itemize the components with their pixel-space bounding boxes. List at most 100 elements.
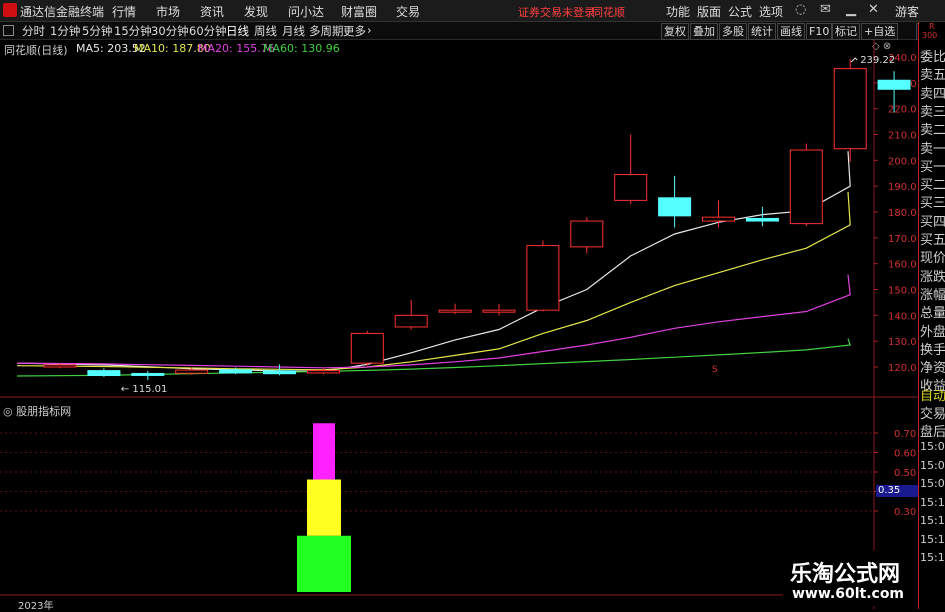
close-icon[interactable]: ✕ xyxy=(868,2,879,17)
side-label: 卖二 xyxy=(920,123,945,139)
toolbar-add-watch-button[interactable]: +自选 xyxy=(861,23,899,40)
indicator-tick-label: 0.30 xyxy=(894,507,916,518)
candle-body xyxy=(614,174,648,201)
side-lower-label[interactable]: 自动 xyxy=(920,385,945,404)
price-tick-label: 130.0 xyxy=(888,337,917,348)
menu-item-exchange[interactable]: 市场 xyxy=(156,3,180,20)
side-top-flag: R xyxy=(929,22,935,31)
period-toggle-icon[interactable] xyxy=(3,25,14,36)
period-5min[interactable]: 5分钟 xyxy=(82,23,112,39)
side-label: 委比 xyxy=(920,50,945,65)
period-monthly[interactable]: 月线 xyxy=(282,23,305,39)
candle-body xyxy=(482,309,516,313)
period-daily[interactable]: 日线 xyxy=(226,23,249,39)
side-label: 买二 xyxy=(920,178,945,194)
message-icon[interactable]: ✉ xyxy=(820,2,831,17)
side-label: 买三 xyxy=(920,196,945,212)
side-time: 15:05 xyxy=(920,440,945,453)
side-label: 卖三 xyxy=(920,104,945,120)
watermark-title: 乐淘公式网 xyxy=(790,562,901,587)
price-tick-label: 210.0 xyxy=(888,131,917,142)
candle-body xyxy=(350,332,384,364)
side-label: 买一 xyxy=(920,159,945,175)
menu-item-trade[interactable]: 交易 xyxy=(396,3,420,20)
price-tick-label: 220.0 xyxy=(888,105,917,116)
menu-item-layout[interactable]: 版面 xyxy=(697,3,721,20)
menu-bar: 通达信金融终端 行情 市场 资讯 发现 问小达 财富圈 交易 证券交易未登录 同… xyxy=(0,0,945,22)
side-label: 卖一 xyxy=(920,141,945,157)
indicator-tick-label: 0.60 xyxy=(894,449,916,460)
period-intraday[interactable]: 分时 xyxy=(22,23,45,39)
menu-item-formula[interactable]: 公式 xyxy=(728,3,752,20)
high-label: 239.22 xyxy=(860,55,895,66)
side-label: 买五 xyxy=(920,233,945,248)
chart-annotations: 239.22 ← 115.01 S xyxy=(121,55,895,395)
candle-body xyxy=(306,370,340,374)
side-label: 总量 xyxy=(920,306,945,322)
side-label: 涨跌 xyxy=(920,269,945,285)
menu-item-ask[interactable]: 问小达 xyxy=(288,3,324,20)
side-lower-label[interactable]: 盘后 xyxy=(920,421,945,440)
period-multi[interactable]: 多周期 xyxy=(309,23,344,39)
period-weekly[interactable]: 周线 xyxy=(254,23,277,39)
side-time: 15:09 xyxy=(920,477,945,490)
year-label: 2023年 xyxy=(18,601,54,612)
period-1min[interactable]: 1分钟 xyxy=(50,23,80,39)
candle-body xyxy=(658,197,692,217)
period-60min[interactable]: 60分钟 xyxy=(189,23,227,39)
menu-item-market[interactable]: 行情 xyxy=(112,3,136,20)
toolbar-mark-button[interactable]: 标记 xyxy=(832,23,860,40)
menu-item-options[interactable]: 选项 xyxy=(759,3,783,20)
side-time: 15:14 xyxy=(920,532,945,546)
toolbar-multi-stock-button[interactable]: 多股 xyxy=(719,23,747,40)
side-label: 净资 xyxy=(920,361,945,377)
toolbar-draw-button[interactable]: 画线 xyxy=(777,23,805,40)
indicator-bar-2 xyxy=(307,479,341,536)
period-30min[interactable]: 30分钟 xyxy=(151,23,189,39)
side-time: 15:16 xyxy=(920,551,945,564)
event-marker: S xyxy=(712,365,718,375)
toolbar-f10-button[interactable]: F10 xyxy=(806,23,833,40)
candle-body xyxy=(438,309,472,313)
quote-side-panel: R 300 委比 卖五 卖四 卖三 卖二 卖一 买一 买二 买三 买四 买五 现价 涨跌 涨幅 总量 外盘 换手… xyxy=(918,22,945,609)
ma-line-ma20 xyxy=(16,274,851,369)
app-title: 通达信金融终端 xyxy=(20,5,105,19)
toolbar-stats-button[interactable]: 统计 xyxy=(748,23,776,40)
toolbar-overlay-button[interactable]: 叠加 xyxy=(690,23,718,40)
moving-average-lines xyxy=(16,151,852,377)
side-label: 买四 xyxy=(920,214,945,230)
price-tick-label: 120.0 xyxy=(888,363,917,374)
candle-body xyxy=(570,220,604,248)
indicator-tick-label: 0.70 xyxy=(894,429,916,440)
price-tick-label: 140.0 xyxy=(888,311,917,322)
low-label: ← 115.01 xyxy=(121,384,168,395)
side-label: 现价 xyxy=(920,251,945,267)
guest-user[interactable]: 游客 xyxy=(895,3,919,20)
minimize-icon[interactable]: ▁ xyxy=(846,2,856,17)
menu-item-wealth[interactable]: 财富圈 xyxy=(341,3,377,20)
indicator-bar-3 xyxy=(313,423,335,480)
candle-body xyxy=(175,369,209,374)
chevron-right-icon[interactable]: › xyxy=(367,23,372,37)
side-time: 15:11 xyxy=(920,495,945,509)
skin-icon[interactable]: ◌ xyxy=(795,2,806,17)
toolbar-adjust-button[interactable]: 复权 xyxy=(661,23,689,40)
menu-item-function[interactable]: 功能 xyxy=(666,3,690,20)
period-more[interactable]: 更多 xyxy=(343,23,366,39)
period-15min[interactable]: 15分钟 xyxy=(114,23,152,39)
broker-notice[interactable]: 同花顺 xyxy=(592,4,625,20)
app-logo-icon xyxy=(3,3,17,17)
login-notice[interactable]: 证券交易未登录 xyxy=(518,4,595,20)
watermark-url: www.60lt.com xyxy=(792,586,905,602)
menu-item-discover[interactable]: 发现 xyxy=(244,3,268,20)
candle-body xyxy=(877,79,911,90)
side-lower-label[interactable]: 交易 xyxy=(920,403,945,422)
price-tick-label: 180.0 xyxy=(888,208,917,219)
side-label: 卖四 xyxy=(920,86,945,102)
candle-body xyxy=(219,369,253,374)
candle-body xyxy=(702,216,735,222)
kline-chart[interactable]: 120.0 130.0 140.0 150.0 160.0 170.0 180.0 190.0… xyxy=(0,40,918,609)
indicator-value-tag: 0.35 xyxy=(876,485,920,497)
candlesticks xyxy=(43,59,911,380)
menu-item-news[interactable]: 资讯 xyxy=(200,3,224,20)
